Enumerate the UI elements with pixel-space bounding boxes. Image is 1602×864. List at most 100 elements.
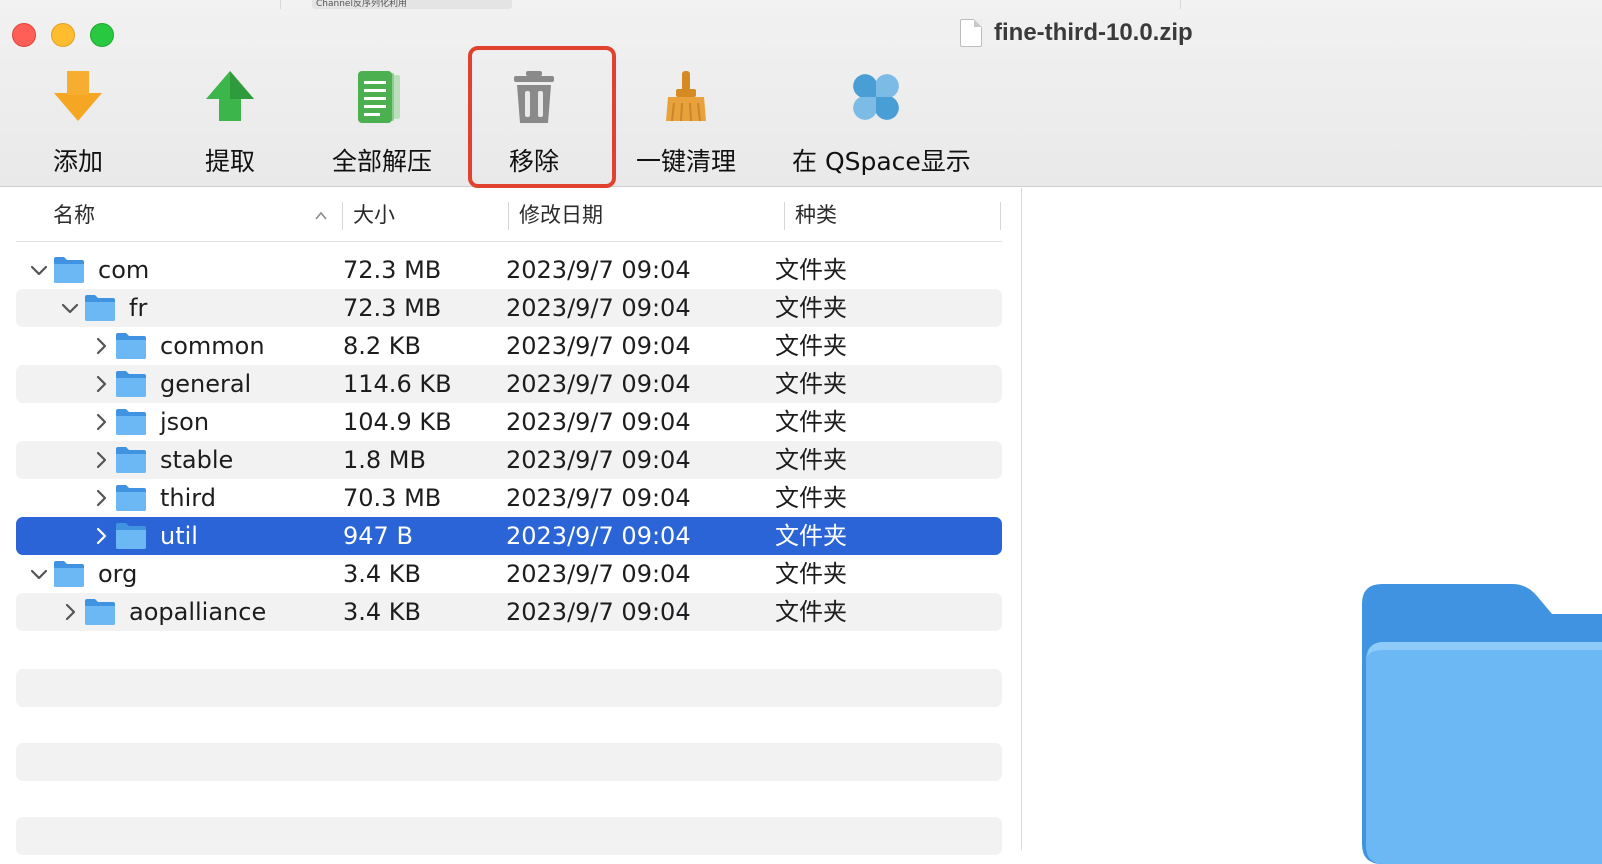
file-kind: 文件夹 xyxy=(775,408,847,436)
file-name: util xyxy=(160,522,198,550)
file-date: 2023/9/7 09:04 xyxy=(506,370,691,398)
empty-row xyxy=(16,817,1002,855)
file-name: aopalliance xyxy=(129,598,267,626)
extract-all-button[interactable]: 全部解压 xyxy=(312,67,452,177)
background-tab: Channel反序列化利用 xyxy=(312,0,512,9)
extract-button[interactable]: 提取 xyxy=(160,67,300,177)
table-row[interactable]: org 3.4 KB 2023/9/7 09:04 文件夹 xyxy=(16,555,1002,593)
file-size: 3.4 KB xyxy=(343,560,421,588)
chevron-right-icon[interactable] xyxy=(91,526,111,546)
file-size: 8.2 KB xyxy=(343,332,421,360)
sort-ascending-icon xyxy=(315,211,327,220)
table-row[interactable]: com 72.3 MB 2023/9/7 09:04 文件夹 xyxy=(16,251,1002,289)
file-kind: 文件夹 xyxy=(775,598,847,626)
column-name-header[interactable]: 名称 xyxy=(53,188,95,242)
table-row[interactable]: third 70.3 MB 2023/9/7 09:04 文件夹 xyxy=(16,479,1002,517)
file-name: stable xyxy=(160,446,234,474)
column-kind-header[interactable]: 种类 xyxy=(795,188,837,242)
table-row[interactable]: stable 1.8 MB 2023/9/7 09:04 文件夹 xyxy=(16,441,1002,479)
file-kind: 文件夹 xyxy=(775,446,847,474)
file-list-pane: 名称 大小 修改日期 种类 com 72.3 MB 2023/9/7 09:04… xyxy=(0,188,1022,855)
table-row[interactable]: common 8.2 KB 2023/9/7 09:04 文件夹 xyxy=(16,327,1002,365)
one-click-clean-button[interactable]: 一键清理 xyxy=(616,67,756,177)
archive-window: fine-third-10.0.zip 添加 提取 全部解压 移除 一键清理 在… xyxy=(0,9,1602,864)
background-tab-label: Channel反序列化利用 xyxy=(316,0,407,9)
folder-icon xyxy=(54,257,84,283)
zoom-button[interactable] xyxy=(90,23,114,47)
column-divider[interactable] xyxy=(508,202,509,230)
broom-icon xyxy=(666,71,706,122)
folder-icon xyxy=(54,561,84,587)
zip-document-icon xyxy=(960,19,982,47)
file-kind: 文件夹 xyxy=(775,332,847,360)
extract-arrow-up-icon xyxy=(206,71,254,121)
chevron-right-icon[interactable] xyxy=(60,602,80,622)
file-name: com xyxy=(98,256,150,284)
extract-all-button-label: 全部解压 xyxy=(331,147,432,176)
table-row[interactable]: util 947 B 2023/9/7 09:04 文件夹 xyxy=(16,517,1002,555)
file-date: 2023/9/7 09:04 xyxy=(506,598,691,626)
file-name: third xyxy=(160,484,216,512)
file-size: 70.3 MB xyxy=(343,484,442,512)
file-kind: 文件夹 xyxy=(775,294,847,322)
file-date: 2023/9/7 09:04 xyxy=(506,522,691,550)
window-title: fine-third-10.0.zip xyxy=(960,19,1193,47)
file-date: 2023/9/7 09:04 xyxy=(506,484,691,512)
minimize-button[interactable] xyxy=(51,23,75,47)
column-size-header[interactable]: 大小 xyxy=(353,188,395,242)
one-click-clean-button-label: 一键清理 xyxy=(635,147,736,176)
column-divider[interactable] xyxy=(784,202,785,230)
extract-button-label: 提取 xyxy=(204,147,255,176)
file-name: fr xyxy=(129,294,148,322)
background-window-strip: Channel反序列化利用 xyxy=(0,0,1602,9)
column-date-header[interactable]: 修改日期 xyxy=(519,188,603,242)
window-title-text: fine-third-10.0.zip xyxy=(994,19,1193,46)
file-kind: 文件夹 xyxy=(775,256,847,284)
file-date: 2023/9/7 09:04 xyxy=(506,446,691,474)
file-name: general xyxy=(160,370,252,398)
chevron-down-icon[interactable] xyxy=(29,260,49,280)
background-divider xyxy=(1180,0,1181,9)
table-row[interactable]: aopalliance 3.4 KB 2023/9/7 09:04 文件夹 xyxy=(16,593,1002,631)
add-arrow-down-icon xyxy=(54,71,102,121)
file-date: 2023/9/7 09:04 xyxy=(506,256,691,284)
folder-icon xyxy=(116,447,146,473)
close-button[interactable] xyxy=(12,23,36,47)
file-size: 1.8 MB xyxy=(343,446,426,474)
folder-icon xyxy=(116,409,146,435)
window-controls xyxy=(12,23,114,47)
show-in-qspace-button-label: 在 QSpace显示 xyxy=(792,147,971,176)
file-size: 72.3 MB xyxy=(343,294,442,322)
folder-icon xyxy=(85,295,115,321)
file-kind: 文件夹 xyxy=(775,560,847,588)
chevron-right-icon[interactable] xyxy=(91,336,111,356)
file-size: 3.4 KB xyxy=(343,598,421,626)
file-size: 947 B xyxy=(343,522,413,550)
folder-icon xyxy=(116,371,146,397)
chevron-right-icon[interactable] xyxy=(91,374,111,394)
column-divider[interactable] xyxy=(342,202,343,230)
chevron-down-icon[interactable] xyxy=(60,298,80,318)
file-name: common xyxy=(160,332,265,360)
file-size: 114.6 KB xyxy=(343,370,452,398)
remove-button-highlight xyxy=(468,46,616,188)
chevron-right-icon[interactable] xyxy=(91,450,111,470)
file-name: org xyxy=(98,560,138,588)
qspace-clover-icon xyxy=(853,74,899,120)
table-row[interactable]: json 104.9 KB 2023/9/7 09:04 文件夹 xyxy=(16,403,1002,441)
column-header: 名称 大小 修改日期 种类 xyxy=(16,188,1002,242)
chevron-down-icon[interactable] xyxy=(29,564,49,584)
show-in-qspace-button[interactable]: 在 QSpace显示 xyxy=(792,67,971,177)
background-divider xyxy=(280,0,281,9)
add-button-label: 添加 xyxy=(52,147,103,176)
add-button[interactable]: 添加 xyxy=(8,67,148,177)
file-kind: 文件夹 xyxy=(775,370,847,398)
file-date: 2023/9/7 09:04 xyxy=(506,560,691,588)
table-row[interactable]: general 114.6 KB 2023/9/7 09:04 文件夹 xyxy=(16,365,1002,403)
preview-pane xyxy=(1022,188,1602,864)
file-name: json xyxy=(160,408,210,436)
table-row[interactable]: fr 72.3 MB 2023/9/7 09:04 文件夹 xyxy=(16,289,1002,327)
chevron-right-icon[interactable] xyxy=(91,488,111,508)
chevron-right-icon[interactable] xyxy=(91,412,111,432)
column-divider[interactable] xyxy=(1000,202,1001,230)
